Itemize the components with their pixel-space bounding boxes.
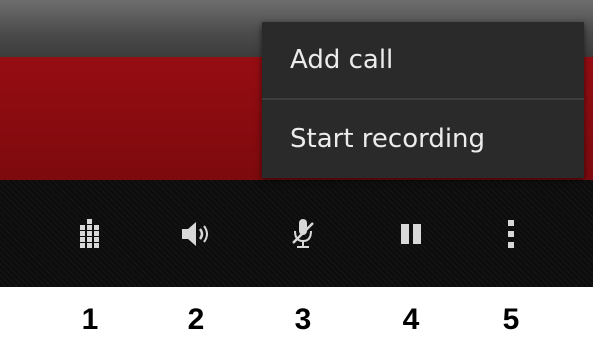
callout-number-2: 2 [187,303,205,336]
speaker-button[interactable] [168,206,224,262]
callout-number-5: 5 [502,303,520,336]
dialpad-icon [80,219,99,248]
dialpad-button[interactable] [62,206,118,262]
mute-mic-icon [292,219,314,248]
callout-numbers: 1 2 3 4 5 [0,297,593,336]
callout-number-4: 4 [402,303,420,336]
menu-item-label: Add call [290,45,394,75]
overflow-menu-button[interactable] [483,206,539,262]
speaker-icon [182,222,208,246]
menu-item-start-recording[interactable]: Start recording [262,100,584,178]
menu-item-add-call[interactable]: Add call [262,22,584,100]
overflow-popup-menu: Add call Start recording [262,22,584,178]
hold-button[interactable] [383,206,439,262]
callout-number-1: 1 [81,303,99,336]
in-call-screen: Add call Start recording [0,0,593,287]
pause-icon [401,224,421,244]
mute-button[interactable] [275,206,331,262]
overflow-menu-icon [508,220,514,248]
menu-item-label: Start recording [290,124,486,154]
callout-number-3: 3 [294,303,312,336]
